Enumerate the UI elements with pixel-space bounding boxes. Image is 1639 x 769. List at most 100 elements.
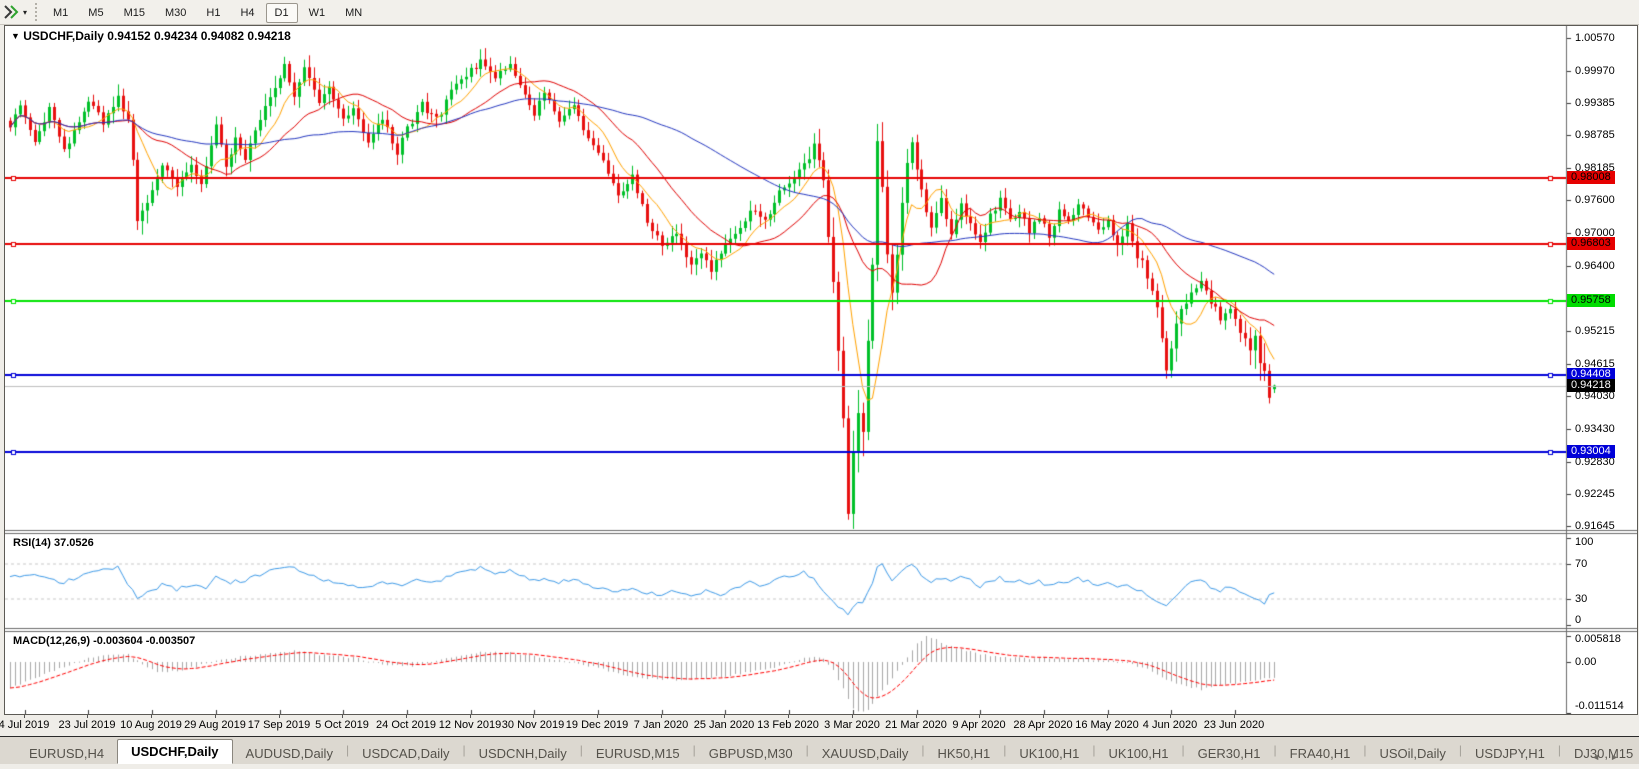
chart-tab-eurusd-h4[interactable]: EURUSD,H4	[16, 744, 117, 763]
hline-price-label: 0.96803	[1567, 237, 1615, 250]
timeframe-buttons: M1 M5 M15 M30 H1 H4 D1 W1 MN	[43, 3, 372, 23]
timeframe-button-m5[interactable]: M5	[79, 3, 112, 23]
date-axis-label: 28 Apr 2020	[1013, 719, 1073, 731]
date-axis-label: 10 Aug 2019	[120, 719, 182, 731]
status-bar	[0, 764, 1639, 769]
date-axis-label: 7 Jan 2020	[633, 719, 689, 731]
toolbar: ▾ M1 M5 M15 M30 H1 H4 D1 W1 MN	[0, 0, 1639, 25]
chart-tab-ger30-h1[interactable]: GER30,H1	[1185, 744, 1274, 763]
chart-tab-usdcnh-daily[interactable]: USDCNH,Daily	[466, 744, 580, 763]
chart-tab-hk50-h1[interactable]: HK50,H1	[925, 744, 1004, 763]
hline-price-label: 0.98008	[1567, 171, 1615, 184]
date-tick-mark	[916, 715, 917, 718]
date-axis-label: 23 Jun 2020	[1203, 719, 1265, 731]
chart-tab-uk100-h1[interactable]: UK100,H1	[1096, 744, 1182, 763]
chart-shift-icon[interactable]	[3, 4, 21, 20]
chart-tab-bar: EURUSD,H4 USDCHF,Daily AUDUSD,Daily | USDCAD…	[0, 736, 1639, 764]
timeframe-button-d1[interactable]: D1	[265, 3, 298, 23]
date-tick-mark	[533, 715, 534, 718]
date-axis-label: 3 Mar 2020	[824, 719, 880, 731]
date-axis-label: 16 May 2020	[1075, 719, 1139, 731]
date-axis-label: 30 Nov 2019	[501, 719, 565, 731]
timeframe-button-m1[interactable]: M1	[44, 3, 77, 23]
date-tick-mark	[279, 715, 280, 718]
toolbar-grip	[35, 3, 38, 21]
chart-title-symbol: USDCHF,Daily	[23, 29, 104, 43]
price-axis-tick: 0.91645	[1575, 520, 1615, 532]
timeframe-button-m30[interactable]: M30	[156, 3, 195, 23]
date-axis[interactable]: 4 Jul 2019 23 Jul 2019 10 Aug 2019 29 Aug 2…	[0, 715, 1638, 736]
chart-tab-xauusd-daily[interactable]: XAUUSD,Daily	[809, 744, 922, 763]
date-tick-mark	[24, 715, 25, 718]
date-tick-mark	[788, 715, 789, 718]
date-tick-mark	[1107, 715, 1108, 718]
rsi-label: RSI(14) 37.0526	[13, 537, 94, 549]
tab-scroll-arrows[interactable]: ◄►	[1591, 752, 1629, 762]
date-axis-label: 23 Jul 2019	[58, 719, 116, 731]
date-axis-label: 9 Apr 2020	[952, 719, 1006, 731]
macd-axis-tick: 0.005818	[1575, 633, 1621, 645]
date-tick-mark	[215, 715, 216, 718]
ohlc-dropdown-icon[interactable]: ▼	[11, 31, 20, 41]
chart-tab-gbpusd-m30[interactable]: GBPUSD,M30	[696, 744, 806, 763]
chevron-down-icon[interactable]: ▾	[23, 8, 27, 17]
price-axis-tick: 0.97600	[1575, 194, 1615, 206]
price-axis-tick: 0.95215	[1575, 325, 1615, 337]
date-axis-label: 17 Sep 2019	[247, 719, 311, 731]
date-tick-mark	[342, 715, 343, 718]
chart-tab-usdchf-daily[interactable]: USDCHF,Daily	[117, 739, 233, 764]
tab-scroll-left-icon[interactable]: ◄	[1591, 752, 1610, 762]
price-axis-tick: 0.93430	[1575, 423, 1615, 435]
date-axis-label: 25 Jan 2020	[693, 719, 755, 731]
date-tick-mark	[1234, 715, 1235, 718]
date-axis-label: 21 Mar 2020	[885, 719, 947, 731]
chart-tab-usoil-daily[interactable]: USOil,Daily	[1366, 744, 1458, 763]
date-axis-label: 29 Aug 2019	[184, 719, 246, 731]
date-tick-mark	[724, 715, 725, 718]
price-chart-canvas[interactable]	[5, 26, 1637, 714]
date-tick-mark	[151, 715, 152, 718]
date-tick-mark	[1170, 715, 1171, 718]
timeframe-button-h1[interactable]: H1	[197, 3, 229, 23]
date-tick-mark	[852, 715, 853, 718]
date-axis-label: 5 Oct 2019	[315, 719, 369, 731]
tab-scroll-right-icon[interactable]: ►	[1610, 752, 1629, 762]
date-tick-mark	[979, 715, 980, 718]
hline-price-label: 0.93004	[1567, 445, 1615, 458]
date-tick-mark	[661, 715, 662, 718]
chart-tab-audusd-daily[interactable]: AUDUSD,Daily	[233, 744, 346, 763]
chart-tab-usdjpy-h1[interactable]: USDJPY,H1	[1462, 744, 1558, 763]
chart-window: ▼ USDCHF,Daily 0.94152 0.94234 0.94082 0…	[4, 25, 1638, 715]
timeframe-button-mn[interactable]: MN	[336, 3, 371, 23]
rsi-axis-tick: 100	[1575, 536, 1594, 548]
date-axis-label: 19 Dec 2019	[565, 719, 629, 731]
price-axis-tick: 0.99970	[1575, 65, 1615, 77]
price-axis-tick: 1.00570	[1575, 32, 1615, 44]
current-price-label: 0.94218	[1567, 379, 1615, 392]
date-axis-label: 13 Feb 2020	[757, 719, 819, 731]
date-axis-label: 4 Jun 2020	[1142, 719, 1198, 731]
hline-price-label: 0.95758	[1567, 294, 1615, 307]
date-axis-label: 4 Jul 2019	[0, 719, 50, 731]
date-tick-mark	[470, 715, 471, 718]
price-axis-tick: 0.98785	[1575, 129, 1615, 141]
chart-tab-usdcad-daily[interactable]: USDCAD,Daily	[349, 744, 462, 763]
price-axis-tick: 0.96400	[1575, 260, 1615, 272]
timeframe-button-h4[interactable]: H4	[231, 3, 263, 23]
date-tick-mark	[406, 715, 407, 718]
rsi-axis-tick: 0	[1575, 614, 1582, 626]
rsi-axis-tick: 30	[1575, 593, 1588, 605]
macd-axis-tick: 0.00	[1575, 656, 1597, 668]
timeframe-button-m15[interactable]: M15	[115, 3, 154, 23]
chart-tab-eurusd-m15[interactable]: EURUSD,M15	[583, 744, 693, 763]
chart-title-ohlc: 0.94152 0.94234 0.94082 0.94218	[107, 29, 291, 43]
rsi-axis-tick: 70	[1575, 558, 1588, 570]
date-axis-label: 12 Nov 2019	[438, 719, 502, 731]
timeframe-button-w1[interactable]: W1	[300, 3, 335, 23]
chart-tab-fra40-h1[interactable]: FRA40,H1	[1277, 744, 1364, 763]
price-axis-tick: 0.92245	[1575, 488, 1615, 500]
date-tick-mark	[1043, 715, 1044, 718]
date-tick-mark	[597, 715, 598, 718]
chart-tab-uk100-h1[interactable]: UK100,H1	[1006, 744, 1092, 763]
price-axis-tick: 0.99385	[1575, 97, 1615, 109]
